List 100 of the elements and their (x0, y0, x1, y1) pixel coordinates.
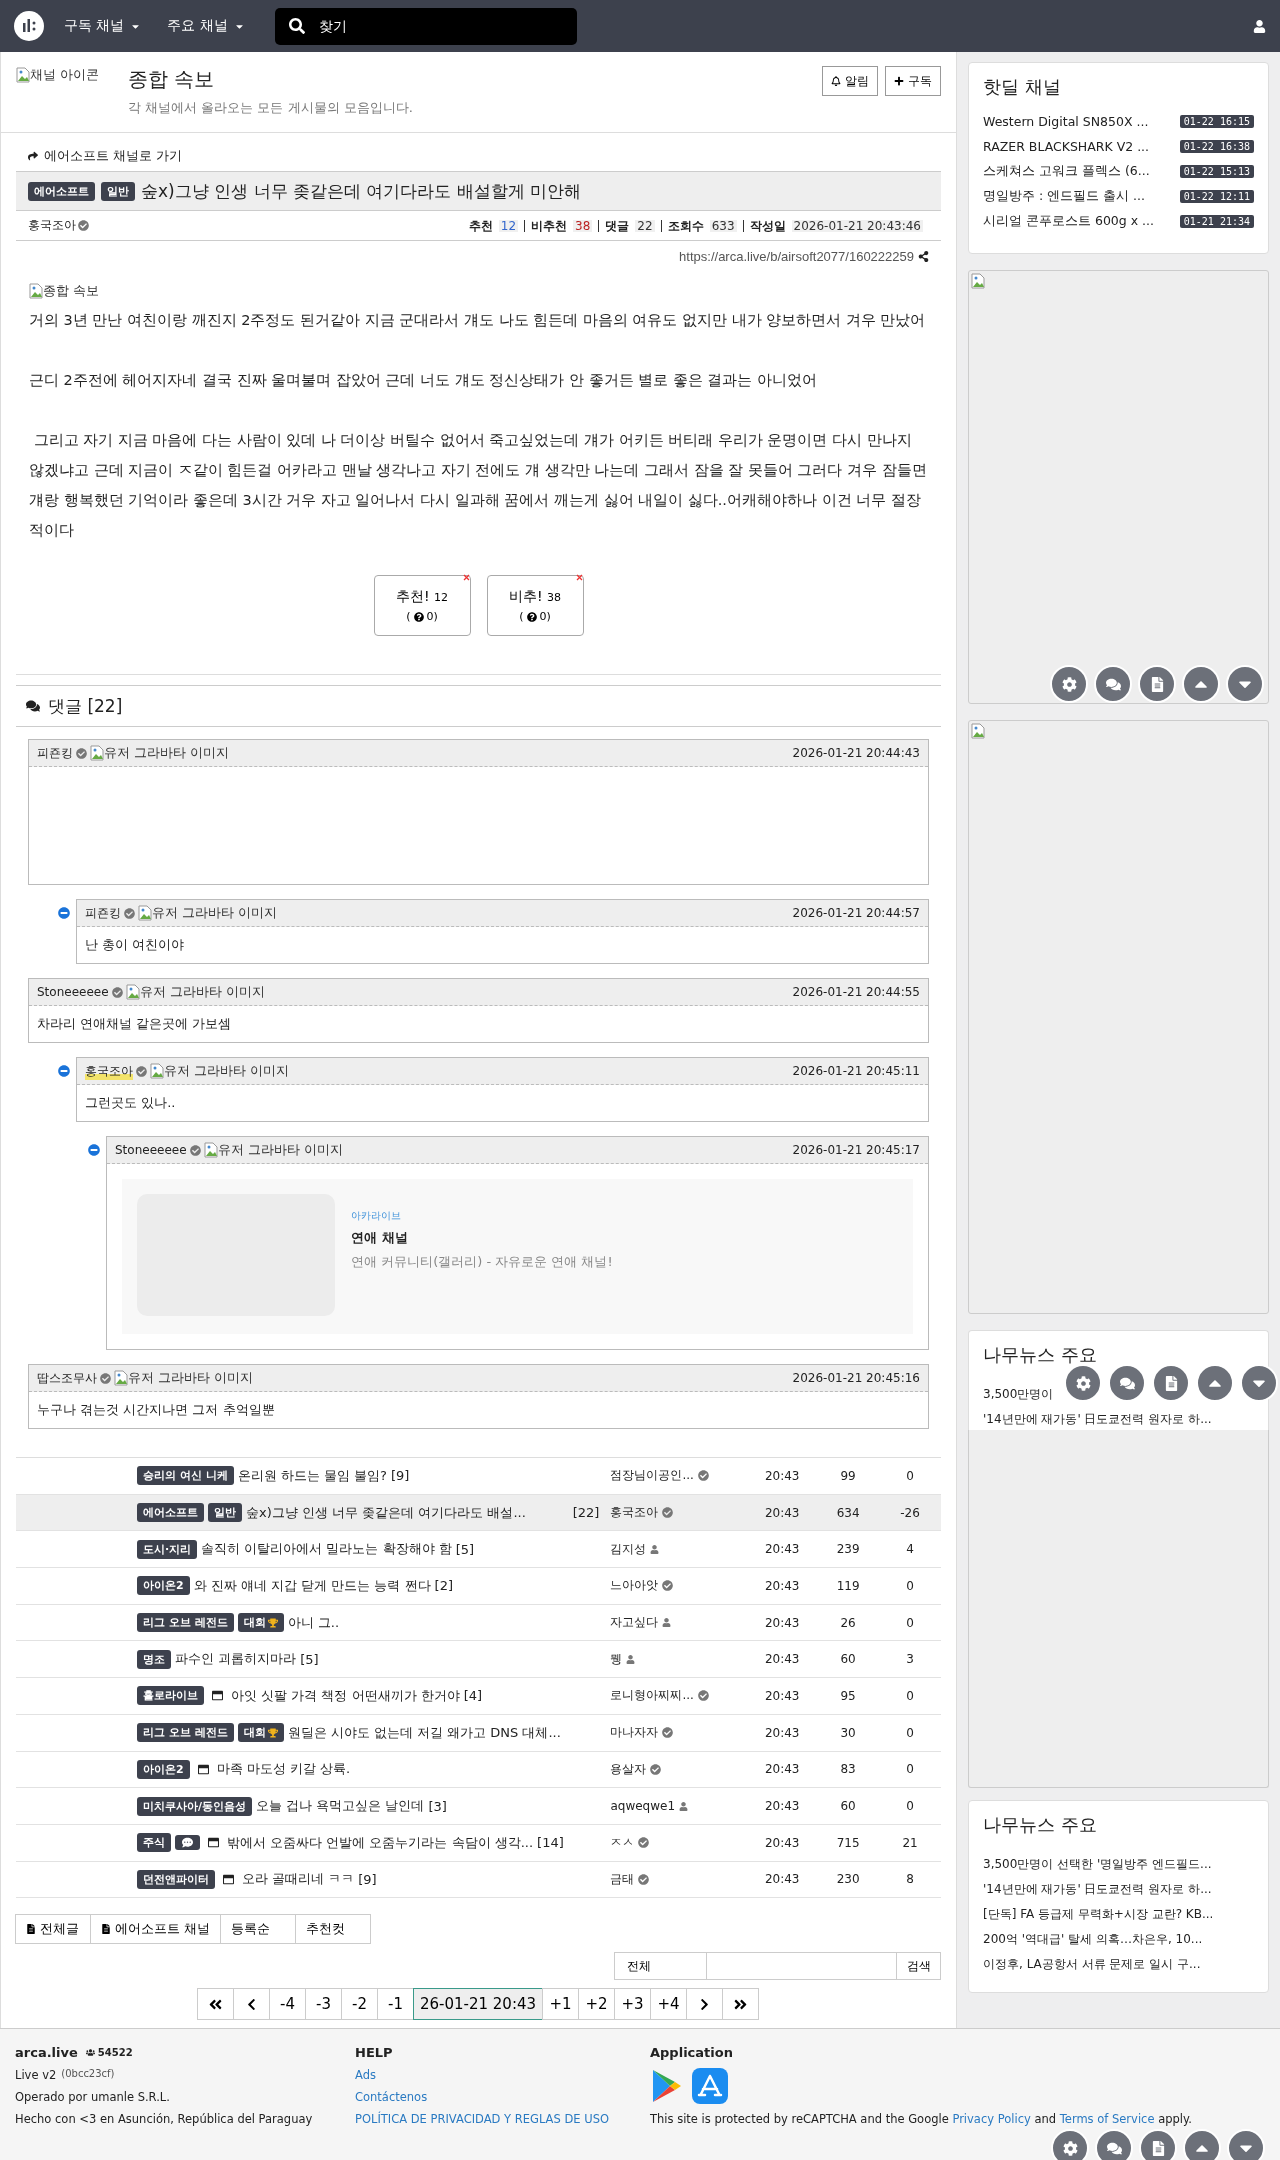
logo[interactable] (14, 11, 44, 41)
vote-button[interactable]: 비추! 38 ( 0) (486, 575, 584, 636)
page-button[interactable]: -4 (268, 1988, 306, 2021)
board-search-field[interactable] (707, 1952, 897, 1981)
scroll-down-button[interactable] (1226, 665, 1264, 703)
post-row[interactable]: 도시·지리 솔직히 이탈리아에서 밀라노는 확장해야 함 [5] 김지성 20:43 239 4 (16, 1531, 941, 1569)
close-icon[interactable] (462, 574, 470, 581)
category-badge[interactable]: 대회 (237, 1723, 284, 1743)
search-field[interactable]: 찾기 (274, 7, 577, 45)
page-button[interactable]: 26-01-21 20:43 (412, 1988, 544, 2021)
category-badge[interactable]: 던전앤파이터 (137, 1869, 215, 1889)
post-row[interactable]: 아이온2 와 진짜 얘네 지갑 닫게 만드는 능력 쩐다 [2] 느아아앗 20:43 119 0 (16, 1568, 941, 1605)
news-item[interactable]: '14년만에 재가동' 日도쿄전력 원자로 하... (983, 1402, 1212, 1427)
page-nav-button[interactable] (196, 1988, 234, 2021)
page-nav-button[interactable] (722, 1988, 760, 2021)
row-author[interactable]: 로니형아찌찌... (610, 1687, 694, 1705)
scroll-down-button[interactable] (1227, 2129, 1265, 2160)
category-badge[interactable]: 주식 (137, 1833, 171, 1853)
page-button[interactable]: -3 (304, 1988, 342, 2021)
row-author[interactable]: 느아아앗 (610, 1577, 659, 1595)
news-item[interactable]: 3,500만명이 (983, 1377, 1054, 1402)
back-link[interactable]: 에어소프트 채널로 가기 (28, 147, 183, 165)
collapse-icon[interactable] (58, 1065, 70, 1077)
nav-menu[interactable]: 주요 채널 (161, 17, 251, 35)
scroll-up-button[interactable] (1182, 665, 1220, 703)
row-author[interactable]: 마나자자 (610, 1724, 659, 1742)
category-badge[interactable]: 에어소프트 (28, 181, 95, 201)
page-button[interactable]: -2 (340, 1988, 378, 2021)
close-icon[interactable] (575, 574, 583, 581)
category-badge[interactable]: 리그 오브 레전드 (137, 1613, 234, 1633)
page-button[interactable]: +2 (578, 1988, 616, 2021)
app-store-icon[interactable] (692, 2068, 728, 2105)
category-badge[interactable]: 리그 오브 레전드 (137, 1723, 234, 1743)
category-badge[interactable]: 홀로라이브 (137, 1686, 204, 1706)
hotdeal-item[interactable]: Western Digital SN850X ... 01-22 16:15 (983, 109, 1254, 134)
news-item[interactable]: 200억 '역대급' 탈세 의혹…차은우, 10... (983, 1922, 1203, 1947)
subscribe-button[interactable]: 구독 (885, 66, 941, 96)
document-button[interactable] (1138, 665, 1176, 703)
news-item[interactable]: 3,500만명이 선택한 '명일방주 엔드필드... (983, 1847, 1212, 1872)
hotdeal-item[interactable]: 스케쳐스 고워크 플렉스 (6... 01-22 15:13 (983, 159, 1254, 184)
category-badge[interactable]: 일반 (101, 181, 135, 201)
hotdeal-item[interactable]: RAZER BLACKSHARK V2 ... 01-22 16:38 (983, 134, 1254, 159)
board-tab[interactable]: 추천컷 (295, 1914, 372, 1945)
vote-button[interactable]: 추천! 12 ( 0) (373, 575, 471, 636)
post-row[interactable]: 던전앤파이터 오라 골때리네 ㅋㅋ [9] 금태 20:43 230 8 (16, 1861, 941, 1899)
page-button[interactable]: +3 (614, 1988, 652, 2021)
post-row[interactable]: 홀로라이브 아잇 싯팔 가격 책정 어떤새끼가 한거야 [4] 로니형아찌찌... 20:43 95 0 (16, 1678, 941, 1715)
row-author[interactable]: 금태 (610, 1870, 635, 1888)
comments-button[interactable] (1094, 665, 1132, 703)
page-nav-button[interactable] (232, 1988, 270, 2021)
link-preview[interactable]: 아카라이브 연애 채널 연애 커뮤니티(갤러리) - 자유로운 연애 채널! (122, 1179, 913, 1334)
category-badge[interactable]: 에어소프트 (137, 1503, 204, 1523)
post-row[interactable]: 명조 파수인 괴롭히지마라 [5] 뮁 20:43 60 3 (16, 1641, 941, 1679)
category-badge[interactable]: 승리의 여신 니케 (137, 1466, 234, 1486)
footer-link[interactable]: Ads (355, 2068, 650, 2083)
board-tab[interactable]: 전체글 (15, 1914, 91, 1945)
privacy-link[interactable]: Privacy Policy (952, 2112, 1031, 2127)
category-badge[interactable]: 대회 (237, 1613, 284, 1633)
row-author[interactable]: 뮁 (610, 1650, 623, 1668)
category-badge[interactable]: 명조 (137, 1649, 171, 1669)
footer-link[interactable]: Contáctenos (355, 2090, 650, 2105)
scroll-up-button[interactable] (1183, 2129, 1221, 2160)
post-row[interactable]: 승리의 여신 니케 온리원 하드는 물임 불임? [9] 점장님이공인... 20:43 99 0 (16, 1458, 941, 1495)
board-tab[interactable]: 에어소프트 채널 (90, 1914, 222, 1945)
category-badge[interactable]: 일반 (208, 1503, 242, 1523)
hotdeal-item[interactable]: 시리얼 콘푸로스트 600g x ... 01-21 21:34 (983, 209, 1254, 234)
post-author[interactable]: 홍국조아 (28, 217, 76, 234)
page-nav-button[interactable] (686, 1988, 724, 2021)
page-button[interactable]: -1 (376, 1988, 414, 2021)
hotdeal-item[interactable]: 명일방주 : 엔드필드 출시 ... 01-22 12:11 (983, 184, 1254, 209)
news-item[interactable]: [단독] FA 등급제 무력화+시장 교란? KB... (983, 1897, 1214, 1922)
search-button[interactable]: 검색 (897, 1952, 941, 1981)
post-row[interactable]: 리그 오브 레전드 대회 원딜은 시야도 없는데 저길 왜가고 DNS 대체... 마나자자 20:43 30 0 (16, 1714, 941, 1752)
post-row[interactable]: 리그 오브 레전드 대회 아니 그.. 자고싶다 20:43 26 0 (16, 1604, 941, 1642)
row-author[interactable]: ㅈㅅ (610, 1834, 635, 1852)
post-row[interactable]: 주식 밖에서 오줌싸다 언발에 오줌누기라는 속담이 생각... [14] ㅈㅅ 20:43 715 21 (16, 1824, 941, 1862)
footer-link[interactable]: POLÍTICA DE PRIVACIDAD Y REGLAS DE USO (355, 2112, 650, 2127)
page-button[interactable]: +4 (650, 1988, 688, 2021)
row-author[interactable]: 자고싶다 (610, 1614, 659, 1632)
news-item[interactable]: 이정후, LA공항서 서류 문제로 일시 구... (983, 1947, 1201, 1972)
settings-button[interactable] (1051, 2129, 1089, 2160)
collapse-icon[interactable] (88, 1144, 100, 1156)
row-author[interactable]: 김지성 (610, 1540, 647, 1558)
post-row[interactable]: 미치쿠사아/동인음성 오늘 겁나 욕먹고싶은 날인데 [3] aqweqwe1 20:43 60 0 (16, 1788, 941, 1825)
category-badge[interactable]: 아이온2 (137, 1759, 190, 1779)
nav-menu[interactable]: 구독 채널 (58, 17, 148, 35)
news-item[interactable]: '14년만에 재가동' 日도쿄전력 원자로 하... (983, 1872, 1212, 1897)
share-icon[interactable] (918, 251, 929, 262)
comment-author[interactable]: 땁스조무사 (37, 1369, 97, 1387)
post-url[interactable]: https://arca.live/b/airsoft2077/160222259 (679, 249, 914, 264)
search-scope-select[interactable]: 전체 (614, 1952, 707, 1981)
settings-button[interactable] (1050, 665, 1088, 703)
collapse-icon[interactable] (58, 907, 70, 919)
comment-author[interactable]: 피죤킹 (37, 744, 73, 762)
row-author[interactable]: 홍국조아 (610, 1504, 659, 1522)
category-badge[interactable]: 도시·지리 (137, 1539, 198, 1559)
post-row[interactable]: 아이온2 마족 마도성 키갈 상륙. 용살자 20:43 83 0 (16, 1751, 941, 1789)
board-tab[interactable]: 등록순 (220, 1914, 297, 1945)
page-button[interactable]: +1 (542, 1988, 580, 2021)
comment-author[interactable]: 피죤킹 (85, 904, 121, 922)
